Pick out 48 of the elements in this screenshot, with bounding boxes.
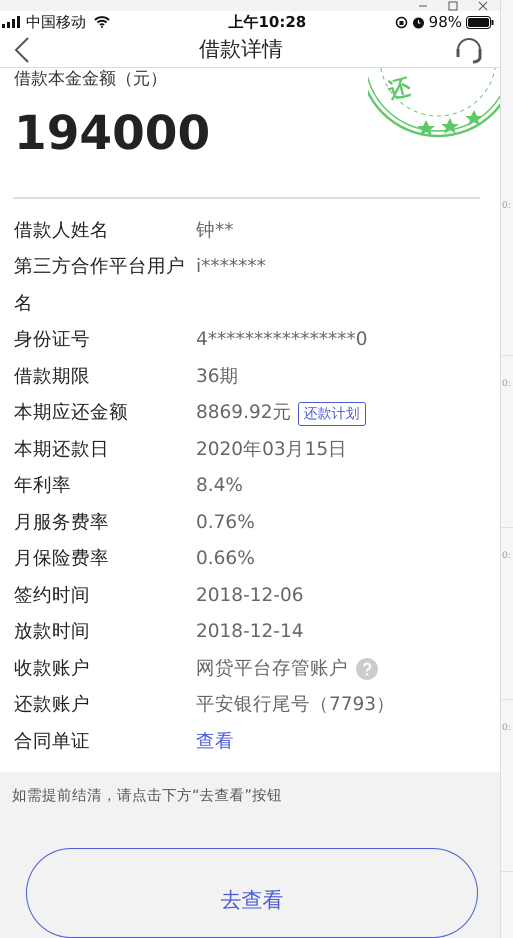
field-value: 8869.92元 (196, 401, 292, 426)
page-title: 借款详情 (199, 36, 283, 64)
field-label: 还款账户 (14, 693, 91, 718)
back-icon[interactable] (14, 36, 30, 64)
time-label: 0: (502, 551, 511, 561)
carrier-name: 中国移动 (26, 12, 86, 34)
principal-amount: 194000 (13, 110, 212, 157)
field-label: 借款期限 (14, 364, 91, 389)
field-label: 签约时间 (14, 584, 91, 608)
field-value: 0.66% (196, 547, 255, 572)
field-label: 本期还款日 (14, 438, 110, 462)
field-value: 2018-12-14 (196, 620, 304, 644)
field-label: 本期应还金额 (14, 401, 129, 426)
repayment-plan-button[interactable]: 还款计划 (298, 402, 366, 426)
field-label: 放款时间 (14, 620, 91, 644)
field-value: 网贷平台存管账户 (196, 656, 348, 681)
battery-percent: 98% (428, 12, 462, 34)
time-label: 0: (502, 201, 511, 211)
clock-time: 上午10:28 (227, 12, 308, 34)
field-label: 借款人姓名 (14, 218, 110, 243)
field-value: 2020年03月15日 (196, 438, 348, 462)
close-icon[interactable] (478, 0, 488, 11)
field-value: i******* (196, 255, 266, 280)
field-value: 平安银行尾号（7793） (196, 693, 396, 718)
signal-icon (2, 16, 22, 28)
view-button[interactable]: 去查看 (26, 848, 478, 938)
field-label: 身份证号 (14, 328, 91, 352)
time-label: 0: (502, 723, 511, 733)
field-label: 月服务费率 (14, 510, 110, 535)
field-label: 收款账户 (14, 656, 91, 681)
field-label: 年利率 (14, 474, 72, 498)
field-value: 8.4% (196, 474, 243, 498)
field-value: 0.76% (196, 510, 255, 535)
rotation-lock-icon (394, 16, 408, 29)
field-value: 4****************0 (196, 328, 368, 352)
wifi-icon (94, 16, 110, 28)
battery-icon (466, 16, 494, 29)
field-value: 36期 (196, 364, 239, 389)
field-label: 合同单证 (14, 730, 91, 754)
alarm-icon (412, 16, 425, 29)
field-label: 第三方合作平台用户名 (14, 255, 186, 316)
maximize-icon[interactable] (448, 0, 458, 11)
field-value: 2018-12-06 (196, 584, 304, 608)
field-value: 钟** (196, 218, 234, 243)
settlement-note: 如需提前结清，请点击下方“去查看”按钮 (12, 786, 284, 806)
view-link[interactable]: 查看 (196, 724, 234, 760)
time-label: 0: (502, 379, 511, 389)
field-label: 月保险费率 (14, 547, 110, 572)
